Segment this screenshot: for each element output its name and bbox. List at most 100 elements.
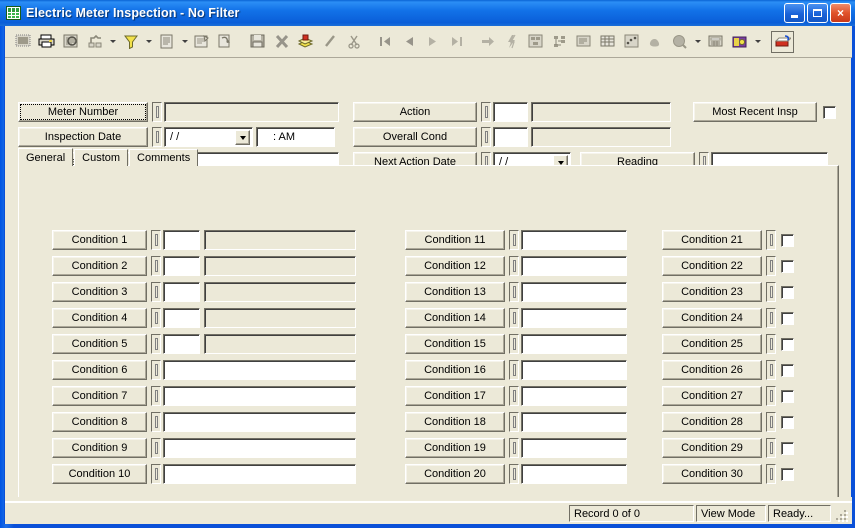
condition-2-handle[interactable] — [151, 256, 161, 276]
condition-28-label-button[interactable]: Condition 28 — [662, 412, 762, 432]
calculator-icon[interactable] — [704, 30, 727, 53]
condition-7-label-button[interactable]: Condition 7 — [52, 386, 147, 406]
condition-18-handle[interactable] — [509, 412, 519, 432]
condition-28-checkbox[interactable] — [781, 415, 794, 429]
condition-17-handle[interactable] — [509, 386, 519, 406]
condition-1-code-input[interactable] — [163, 230, 200, 250]
hierarchy-icon[interactable] — [524, 30, 547, 53]
edit-pencil-icon[interactable] — [318, 30, 341, 53]
condition-2-description-input[interactable] — [204, 256, 356, 276]
condition-21-label-button[interactable]: Condition 21 — [662, 230, 762, 250]
condition-22-handle[interactable] — [766, 256, 776, 276]
properties-icon[interactable] — [191, 30, 214, 53]
condition-27-label-button[interactable]: Condition 27 — [662, 386, 762, 406]
condition-12-label-button[interactable]: Condition 12 — [405, 256, 505, 276]
filter-dropdown-arrow-icon[interactable] — [143, 31, 154, 53]
condition-14-input[interactable] — [521, 308, 627, 328]
notes-icon[interactable] — [572, 30, 595, 53]
export-icon[interactable] — [771, 30, 794, 53]
action-handle[interactable] — [481, 102, 491, 122]
condition-7-input[interactable] — [163, 386, 356, 406]
condition-12-input[interactable] — [521, 256, 627, 276]
condition-19-input[interactable] — [521, 438, 627, 458]
condition-17-label-button[interactable]: Condition 17 — [405, 386, 505, 406]
condition-15-handle[interactable] — [509, 334, 519, 354]
close-button[interactable]: × — [830, 3, 851, 23]
condition-29-handle[interactable] — [766, 438, 776, 458]
report-dropdown-arrow-icon[interactable] — [179, 31, 190, 53]
find-icon[interactable] — [59, 30, 82, 53]
refresh-icon[interactable] — [215, 30, 238, 53]
condition-30-label-button[interactable]: Condition 30 — [662, 464, 762, 484]
condition-10-handle[interactable] — [151, 464, 161, 484]
condition-17-input[interactable] — [521, 386, 627, 406]
action-description-input[interactable] — [531, 102, 671, 122]
condition-29-label-button[interactable]: Condition 29 — [662, 438, 762, 458]
condition-5-label-button[interactable]: Condition 5 — [52, 334, 147, 354]
condition-13-input[interactable] — [521, 282, 627, 302]
condition-29-checkbox[interactable] — [781, 441, 794, 455]
condition-11-label-button[interactable]: Condition 11 — [405, 230, 505, 250]
condition-5-code-input[interactable] — [163, 334, 200, 354]
condition-8-handle[interactable] — [151, 412, 161, 432]
condition-3-label-button[interactable]: Condition 3 — [52, 282, 147, 302]
condition-30-checkbox[interactable] — [781, 467, 794, 481]
condition-9-handle[interactable] — [151, 438, 161, 458]
overall-cond-description-input[interactable] — [531, 127, 671, 147]
tab-custom[interactable]: Custom — [74, 149, 129, 166]
condition-4-label-button[interactable]: Condition 4 — [52, 308, 147, 328]
condition-23-checkbox[interactable] — [781, 285, 794, 299]
condition-3-description-input[interactable] — [204, 282, 356, 302]
condition-8-label-button[interactable]: Condition 8 — [52, 412, 147, 432]
first-record-icon[interactable] — [373, 30, 396, 53]
condition-15-input[interactable] — [521, 334, 627, 354]
condition-25-handle[interactable] — [766, 334, 776, 354]
layers-icon[interactable] — [294, 30, 317, 53]
condition-18-label-button[interactable]: Condition 18 — [405, 412, 505, 432]
condition-22-label-button[interactable]: Condition 22 — [662, 256, 762, 276]
condition-3-handle[interactable] — [151, 282, 161, 302]
condition-9-label-button[interactable]: Condition 9 — [52, 438, 147, 458]
condition-13-label-button[interactable]: Condition 13 — [405, 282, 505, 302]
search-dropdown-arrow-icon[interactable] — [692, 31, 703, 53]
next-record-icon[interactable] — [421, 30, 444, 53]
overall-cond-label-button[interactable]: Overall Cond — [353, 127, 477, 147]
delete-icon[interactable] — [270, 30, 293, 53]
condition-18-input[interactable] — [521, 412, 627, 432]
most-recent-insp-checkbox[interactable] — [823, 105, 836, 119]
condition-5-description-input[interactable] — [204, 334, 356, 354]
condition-11-handle[interactable] — [509, 230, 519, 250]
condition-12-handle[interactable] — [509, 256, 519, 276]
tab-general[interactable]: General — [18, 148, 74, 166]
condition-19-handle[interactable] — [509, 438, 519, 458]
condition-20-handle[interactable] — [509, 464, 519, 484]
search-circle-icon[interactable] — [668, 30, 691, 53]
action-label-button[interactable]: Action — [353, 102, 477, 122]
condition-21-checkbox[interactable] — [781, 233, 794, 247]
previous-record-icon[interactable] — [397, 30, 420, 53]
condition-22-checkbox[interactable] — [781, 259, 794, 273]
condition-26-handle[interactable] — [766, 360, 776, 380]
condition-4-code-input[interactable] — [163, 308, 200, 328]
condition-19-label-button[interactable]: Condition 19 — [405, 438, 505, 458]
book-dropdown-arrow-icon[interactable] — [752, 31, 763, 53]
action-code-input[interactable] — [493, 102, 528, 122]
condition-11-input[interactable] — [521, 230, 627, 250]
condition-10-input[interactable] — [163, 464, 356, 484]
condition-20-input[interactable] — [521, 464, 627, 484]
condition-13-handle[interactable] — [509, 282, 519, 302]
meter-number-handle[interactable] — [152, 102, 162, 122]
print-preview-icon[interactable] — [11, 30, 34, 53]
condition-2-code-input[interactable] — [163, 256, 200, 276]
overall-cond-handle[interactable] — [481, 127, 491, 147]
condition-27-handle[interactable] — [766, 386, 776, 406]
maximize-button[interactable] — [807, 3, 828, 23]
condition-1-handle[interactable] — [151, 230, 161, 250]
condition-16-input[interactable] — [521, 360, 627, 380]
inspection-date-dropdown-icon[interactable] — [235, 130, 250, 145]
sort-dropdown-arrow-icon[interactable] — [107, 31, 118, 53]
condition-24-checkbox[interactable] — [781, 311, 794, 325]
condition-23-label-button[interactable]: Condition 23 — [662, 282, 762, 302]
condition-25-checkbox[interactable] — [781, 337, 794, 351]
condition-24-handle[interactable] — [766, 308, 776, 328]
